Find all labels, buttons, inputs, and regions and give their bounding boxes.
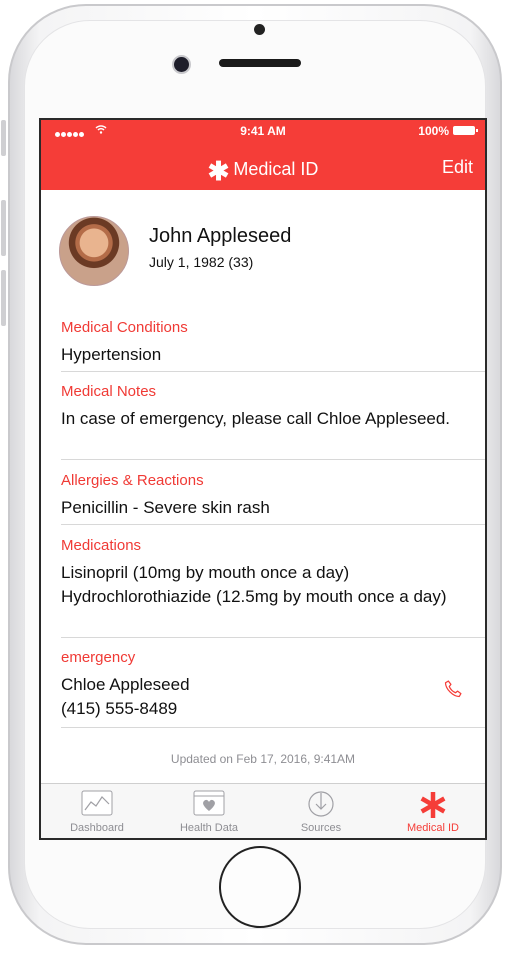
section-label: Allergies & Reactions xyxy=(61,472,204,489)
section-medical-notes: Medical Notes In case of emergency, plea… xyxy=(61,383,485,460)
section-value: In case of emergency, please call Chloe … xyxy=(61,409,451,428)
volume-up-button xyxy=(1,200,6,256)
profile-birthdate: July 1, 1982 (33) xyxy=(149,254,254,270)
section-label: emergency xyxy=(61,649,136,666)
home-button[interactable] xyxy=(219,846,301,928)
page-title-text: Medical ID xyxy=(233,159,319,179)
navigation-bar: 9:41 AM 100% ✱ Medical ID Edit xyxy=(41,120,485,190)
updated-timestamp: Updated on Feb 17, 2016, 9:41AM xyxy=(170,752,356,766)
tab-label: Sources xyxy=(300,822,342,834)
tab-label: Dashboard xyxy=(70,822,124,834)
section-value: Penicillin - Severe skin rash xyxy=(61,498,270,517)
front-camera xyxy=(172,55,191,74)
medical-id-content: John Appleseed July 1, 1982 (33) Medical… xyxy=(41,190,485,786)
edit-button[interactable]: Edit xyxy=(442,157,473,178)
profile-name: John Appleseed xyxy=(149,225,292,247)
section-label: Medical Notes xyxy=(61,383,157,400)
tab-health-data[interactable]: Health Data xyxy=(153,784,265,838)
medical-asterisk-icon: ✱ xyxy=(207,156,230,186)
tab-sources[interactable]: Sources xyxy=(265,784,377,838)
mute-switch xyxy=(1,120,6,156)
contact-phone[interactable]: (415) 555-8489 xyxy=(61,697,485,721)
health-data-icon xyxy=(193,790,225,816)
battery-percentage: 100% xyxy=(418,124,449,138)
section-label: Medical Conditions xyxy=(61,319,188,336)
section-value: Hypertension xyxy=(61,345,162,364)
sources-icon xyxy=(308,791,334,817)
section-medical-conditions: Medical Conditions Hypertension xyxy=(61,319,485,372)
dashboard-icon xyxy=(81,790,113,816)
volume-down-button xyxy=(1,270,6,326)
tab-dashboard[interactable]: Dashboard xyxy=(41,784,153,838)
section-allergies: Allergies & Reactions Penicillin - Sever… xyxy=(61,472,485,525)
section-medications: Medications Lisinopril (10mg by mouth on… xyxy=(61,537,485,638)
earpiece-speaker xyxy=(219,59,301,67)
tab-label: Health Data xyxy=(179,822,239,834)
tab-label: Medical ID xyxy=(407,822,459,834)
screen: 9:41 AM 100% ✱ Medical ID Edit John Apple… xyxy=(39,118,487,840)
medication-line: Lisinopril (10mg by mouth once a day) xyxy=(61,563,350,582)
tab-medical-id[interactable]: Medical ID xyxy=(377,784,485,838)
tab-bar: Dashboard Health Data Sources Medical ID xyxy=(41,783,485,838)
contact-name[interactable]: Chloe Appleseed xyxy=(61,673,485,697)
page-title: ✱ Medical ID xyxy=(41,156,485,187)
section-emergency-contact: emergency Chloe Appleseed (415) 555-8489 xyxy=(61,649,485,728)
avatar xyxy=(59,216,129,286)
sensor-dot xyxy=(254,24,265,35)
section-label: Medications xyxy=(61,537,142,554)
medication-line: Hydrochlorothiazide (12.5mg by mouth onc… xyxy=(61,587,447,606)
medical-id-icon xyxy=(420,792,446,818)
status-bar: 9:41 AM 100% xyxy=(41,123,485,141)
battery-icon xyxy=(453,126,478,135)
call-icon[interactable] xyxy=(443,679,463,699)
